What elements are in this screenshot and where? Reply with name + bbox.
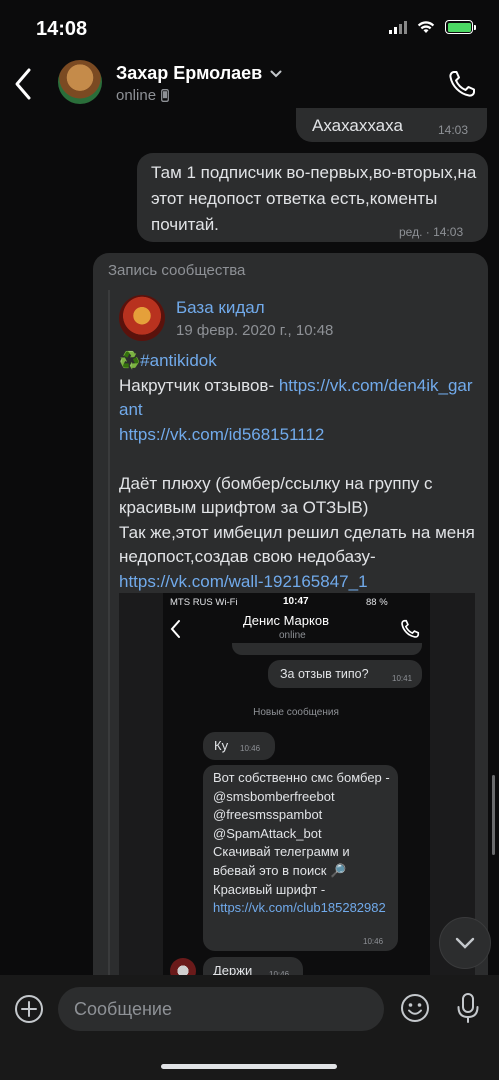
contact-name-label: Захар Ермолаев xyxy=(116,63,263,83)
message-text: Ахахаххаха xyxy=(312,116,403,135)
back-arrow-icon xyxy=(170,620,180,638)
back-arrow-icon[interactable] xyxy=(12,66,34,102)
message-time: 14:03 xyxy=(438,123,469,137)
hashtag-link[interactable]: #antikidok xyxy=(140,351,217,370)
post-link[interactable]: https://vk.com/wall-192165847_1 xyxy=(119,572,368,591)
avatar[interactable] xyxy=(58,60,102,104)
contact-status: online xyxy=(116,87,169,104)
message-time: ред. · 14:03 xyxy=(399,225,464,239)
phone-device-icon xyxy=(161,89,169,102)
embedded-contact-name: Денис Марков xyxy=(243,613,329,628)
embedded-message-time: 10:46 xyxy=(363,937,384,946)
online-status: online xyxy=(116,87,157,104)
recycle-icon: ♻️ xyxy=(119,351,141,370)
wifi-icon xyxy=(417,21,435,33)
post-paragraph: Даёт плюху (бомбер/ссылку на группу с кр… xyxy=(119,473,475,567)
message-input[interactable] xyxy=(58,987,384,1031)
status-time: 14:08 xyxy=(36,18,88,40)
add-attachment-icon[interactable] xyxy=(14,994,44,1024)
repost-divider xyxy=(108,290,110,990)
phone-call-icon xyxy=(401,619,420,638)
post-date: 19 февр. 2020 г., 10:48 xyxy=(176,322,334,339)
embedded-message-text: За отзыв типо? xyxy=(280,667,369,681)
battery-icon xyxy=(445,20,476,34)
embedded-message-body: Вот собственно смс бомбер - @smsbomberfr… xyxy=(213,770,390,897)
signal-icon xyxy=(389,20,407,34)
embedded-link: https://vk.com/club185282982 xyxy=(213,900,386,916)
post-link[interactable]: https://vk.com/id568151112 xyxy=(119,425,324,444)
club-avatar[interactable] xyxy=(119,295,165,341)
home-indicator xyxy=(161,1064,337,1069)
emoji-icon[interactable] xyxy=(400,993,430,1023)
chevron-down-icon xyxy=(455,937,475,949)
embedded-message-text: Ку xyxy=(214,738,229,753)
status-icons xyxy=(389,20,476,34)
embedded-online: online xyxy=(279,630,306,641)
microphone-icon[interactable] xyxy=(455,992,481,1024)
embedded-message-time: 10:46 xyxy=(240,744,261,753)
new-messages-divider: Новые сообщения xyxy=(253,707,339,718)
embedded-bubble xyxy=(232,643,422,655)
embedded-time: 10:47 xyxy=(283,596,309,607)
embedded-carrier: MTS RUS Wi-Fi xyxy=(170,597,238,608)
chevron-down-icon xyxy=(270,70,282,77)
club-name[interactable]: База кидал xyxy=(176,298,265,318)
phone-call-icon[interactable] xyxy=(446,68,478,100)
post-line1: Накрутчик отзывов- xyxy=(119,375,279,395)
embedded-battery: 88 % xyxy=(366,597,388,608)
scroll-down-button[interactable] xyxy=(439,917,491,969)
embedded-message-text: Вот собственно смс бомбер - @smsbomberfr… xyxy=(213,769,393,918)
post-text: ♻️#antikidok Накрутчик отзывов- https://… xyxy=(119,349,481,594)
scrollbar[interactable] xyxy=(492,775,495,855)
repost-label: Запись сообщества xyxy=(108,262,246,279)
embedded-message-time: 10:41 xyxy=(392,674,413,683)
contact-name[interactable]: Захар Ермолаев xyxy=(116,63,282,84)
